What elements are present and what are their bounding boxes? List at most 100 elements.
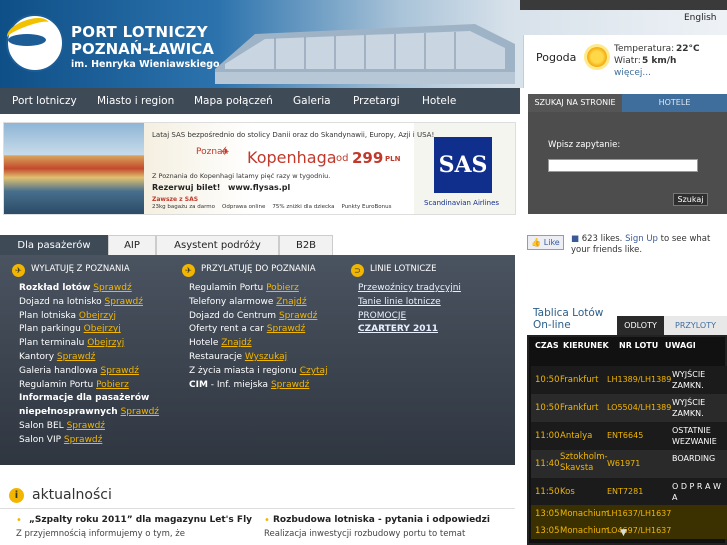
menu-item-link[interactable]: Sprawdź xyxy=(64,435,102,445)
news-bullet-icon: • xyxy=(264,515,270,526)
menu-item[interactable]: Salon BEL Sprawdź xyxy=(19,420,159,434)
col-header-remarks: UWAGI xyxy=(665,341,696,350)
menu-item-link[interactable]: Czytaj xyxy=(300,366,328,376)
flight-dest: Monachium xyxy=(560,526,610,536)
nav-item-map[interactable]: Mapa połączeń xyxy=(194,95,273,107)
flight-row[interactable]: 11:50 Kos ENT7281 O D P R A W A xyxy=(531,478,727,506)
tab-hotels[interactable]: HOTELE xyxy=(622,94,727,112)
facebook-like-button[interactable]: 👍 Like xyxy=(527,235,564,250)
menu-item[interactable]: Hotele Znajdź xyxy=(189,337,328,351)
menu-item-link[interactable]: Sprawdź xyxy=(93,283,131,293)
news-item-title[interactable]: Rozbudowa lotniska - pytania i odpowiedz… xyxy=(273,515,490,525)
menu-item-link[interactable]: Pobierz xyxy=(266,283,299,293)
menu-item[interactable]: Plan parkingu Obejrzyj xyxy=(19,323,159,337)
menu-item[interactable]: Restauracje Wyszukaj xyxy=(189,351,328,365)
flight-flight: LH1637/LH1637 xyxy=(607,509,672,518)
sun-icon xyxy=(587,47,607,67)
logo-title: PORT LOTNICZY xyxy=(71,23,208,41)
flight-row[interactable]: 13:05 Monachium LH1637/LH1637 xyxy=(531,505,727,522)
language-link[interactable]: English xyxy=(684,13,717,23)
menu-item[interactable]: Oferty rent a car Sprawdź xyxy=(189,323,328,337)
tab-travel-assistant[interactable]: Asystent podróży xyxy=(156,235,279,255)
menu-item[interactable]: Informacje dla pasażerów xyxy=(19,392,159,406)
logo-patron: im. Henryka Wieniawskiego xyxy=(71,59,220,70)
col-header-destination: KIERUNEK xyxy=(563,341,609,350)
nav-item-gallery[interactable]: Galeria xyxy=(293,95,331,107)
menu-item[interactable]: Salon VIP Sprawdź xyxy=(19,434,159,448)
menu-item-link[interactable]: Sprawdź xyxy=(101,366,139,376)
tab-departures[interactable]: ODLOTY xyxy=(617,316,664,335)
menu-item-link[interactable]: Obejrzyj xyxy=(84,324,121,334)
menu-item-link[interactable]: Sprawdź xyxy=(271,380,309,390)
menu-item[interactable]: Dojazd do Centrum Sprawdź xyxy=(189,310,328,324)
scroll-down-icon[interactable]: ▼ xyxy=(620,528,627,538)
menu-item[interactable]: niepełnosprawnych Sprawdź xyxy=(19,406,159,420)
banner-url[interactable]: www.flysas.pl xyxy=(228,183,290,192)
menu-item[interactable]: Telefony alarmowe Znajdź xyxy=(189,296,328,310)
menu-item-link[interactable]: Znajdź xyxy=(276,297,306,307)
nav-item-hotels[interactable]: Hotele xyxy=(422,95,456,107)
airline-link[interactable]: Przewoźnicy tradycyjni xyxy=(358,283,461,293)
menu-item[interactable]: Plan terminalu Obejrzyj xyxy=(19,337,159,351)
tab-arrivals[interactable]: PRZYLOTY xyxy=(664,316,727,335)
nav-item-city[interactable]: Miasto i region xyxy=(97,95,174,107)
menu-item-link[interactable]: Obejrzyj xyxy=(79,311,116,321)
flight-dest: Frankfurt xyxy=(560,375,599,385)
menu-item-link[interactable]: Sprawdź xyxy=(121,407,159,417)
tab-aip[interactable]: AIP xyxy=(108,235,156,255)
airline-link[interactable]: CZARTERY 2011 xyxy=(358,324,438,334)
menu-item[interactable]: PROMOCJE xyxy=(358,310,461,324)
menu-item-link[interactable]: Pobierz xyxy=(96,380,129,390)
flight-row[interactable]: 10:50 Frankfurt LO5504/LH1389 WYJŚCIE ZAMKN… xyxy=(531,394,727,422)
weather-more-link[interactable]: więcej... xyxy=(614,68,651,78)
news-item-title[interactable]: „Szpalty roku 2011” dla magazynu Let's F… xyxy=(29,515,252,525)
flight-flight: LO4697/LH1637 xyxy=(607,526,672,535)
menu-item-link[interactable]: Znajdź xyxy=(221,338,251,348)
search-input[interactable] xyxy=(548,159,698,172)
col-header-time: CZAS xyxy=(535,341,559,350)
nav-item-port[interactable]: Port lotniczy xyxy=(12,95,77,107)
menu-item[interactable]: Przewoźnicy tradycyjni xyxy=(358,282,461,296)
flight-status: WYJŚCIE ZAMKN. xyxy=(672,398,706,418)
menu-item[interactable]: Z życia miasta i regionu Czytaj xyxy=(189,365,328,379)
flight-row[interactable]: 11:00 Antalya ENT6645 OSTATNIE WEZWANIE xyxy=(531,422,727,450)
menu-item[interactable]: CZARTERY 2011 xyxy=(358,323,461,337)
menu-item-link[interactable]: Sprawdź xyxy=(57,352,95,362)
menu-item[interactable]: Tanie linie lotnicze xyxy=(358,296,461,310)
menu-item[interactable]: Plan lotniska Obejrzyj xyxy=(19,310,159,324)
tab-passengers[interactable]: Dla pasażerów xyxy=(0,235,108,255)
tab-site-search[interactable]: SZUKAJ NA STRONIE xyxy=(528,94,622,112)
menu-item[interactable]: Dojazd na lotnisko Sprawdź xyxy=(19,296,159,310)
tab-b2b[interactable]: B2B xyxy=(279,235,333,255)
menu-item[interactable]: Galeria handlowa Sprawdź xyxy=(19,365,159,379)
arrivals-list: Regulamin Portu Pobierz Telefony alarmowe… xyxy=(189,282,328,392)
menu-item-link[interactable]: Sprawdź xyxy=(67,421,105,431)
search-button[interactable]: Szukaj xyxy=(673,193,708,206)
facebook-signup-link[interactable]: Sign Up xyxy=(625,234,658,244)
menu-item[interactable]: Rozkład lotów Sprawdź xyxy=(19,282,159,296)
menu-item-label: Salon BEL xyxy=(19,420,64,431)
news-item-body: Z przyjemnością informujemy o tym, że xyxy=(16,529,185,539)
menu-item[interactable]: CIM - Inf. miejska Sprawdź xyxy=(189,379,328,393)
menu-item-link[interactable]: Sprawdź xyxy=(279,311,317,321)
menu-item[interactable]: Regulamin Portu Pobierz xyxy=(189,282,328,296)
menu-item-label: CIM xyxy=(189,379,208,390)
flight-status: BOARDING xyxy=(672,454,716,463)
airline-link[interactable]: PROMOCJE xyxy=(358,311,406,321)
banner-frequency: Z Poznania do Kopenhagi latamy pięć razy… xyxy=(152,172,331,180)
flight-time: 11:50 xyxy=(535,487,560,497)
menu-item-link[interactable]: Sprawdź xyxy=(267,324,305,334)
facebook-social-text: ■ 623 likes. Sign Up to see what your fr… xyxy=(571,234,726,256)
menu-item-link[interactable]: Wyszukaj xyxy=(245,352,287,362)
airline-link[interactable]: Tanie linie lotnicze xyxy=(358,297,441,307)
flight-row[interactable]: 13:05 Monachium LO4697/LH1637 xyxy=(531,522,727,539)
menu-item[interactable]: Regulamin Portu Pobierz xyxy=(19,379,159,393)
banner-line1: Lataj SAS bezpośrednio do stolicy Danii … xyxy=(152,131,435,139)
menu-item[interactable]: Kantory Sprawdź xyxy=(19,351,159,365)
flight-row[interactable]: 11:40 Sztokholm-Skavsta W61971 BOARDING xyxy=(531,450,727,478)
menu-item-link[interactable]: Obejrzyj xyxy=(87,338,124,348)
flight-row[interactable]: 10:50 Frankfurt LH1389/LH1389 WYJŚCIE ZAMKN… xyxy=(531,366,727,394)
nav-item-tenders[interactable]: Przetargi xyxy=(353,95,400,107)
menu-item-link[interactable]: Sprawdź xyxy=(105,297,143,307)
menu-item-label: niepełnosprawnych xyxy=(19,407,118,418)
